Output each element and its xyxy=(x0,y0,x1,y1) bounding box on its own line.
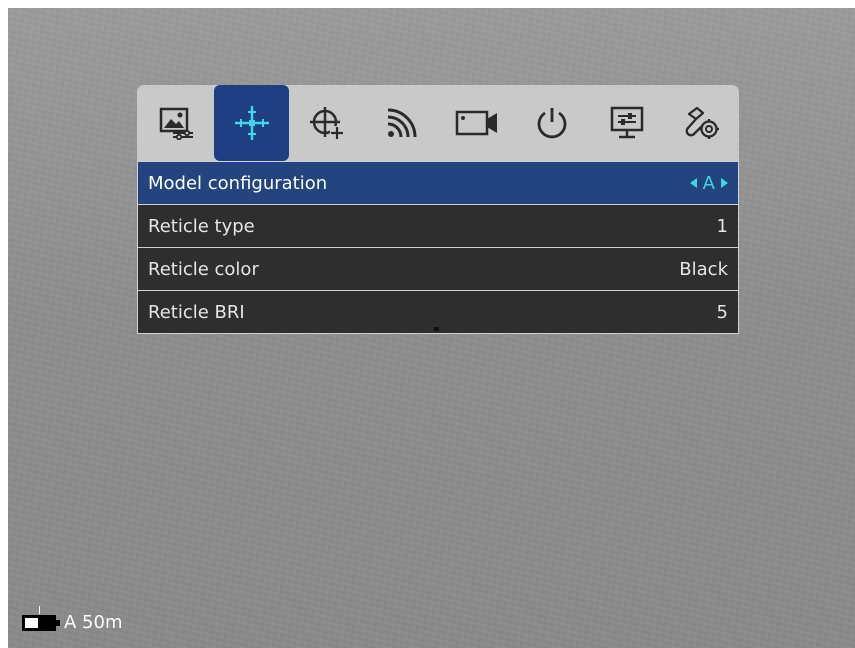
menu-tab-bar xyxy=(137,85,739,161)
tab-image-settings[interactable] xyxy=(139,85,214,161)
tab-wireless[interactable] xyxy=(364,85,439,161)
arrow-right-icon[interactable] xyxy=(721,178,728,188)
row-label: Model configuration xyxy=(148,172,328,194)
row-label: Reticle BRI xyxy=(148,301,245,323)
row-value: 1 xyxy=(716,215,728,237)
system-settings-icon xyxy=(683,104,721,142)
image-settings-icon xyxy=(159,106,195,140)
battery-icon xyxy=(22,605,60,631)
arrow-left-icon[interactable] xyxy=(689,178,697,188)
tab-recording[interactable] xyxy=(439,85,514,161)
reticle-settings-list: Model configuration A Reticle type 1 Ret… xyxy=(137,161,739,334)
tab-reticle-settings[interactable] xyxy=(214,85,289,161)
row-value: A xyxy=(702,172,715,194)
status-bar: A 50m xyxy=(22,605,123,633)
power-icon xyxy=(534,105,570,141)
row-value: 5 xyxy=(716,301,728,323)
row-label: Reticle type xyxy=(148,215,255,237)
row-value: Black xyxy=(679,258,728,280)
thermal-viewport: Model configuration A Reticle type 1 Ret… xyxy=(8,8,855,648)
crosshair-icon xyxy=(232,103,272,143)
battery-tip xyxy=(56,619,60,626)
row-reticle-color[interactable]: Reticle color Black xyxy=(138,247,738,290)
tab-zeroing[interactable] xyxy=(289,85,364,161)
row-reticle-type[interactable]: Reticle type 1 xyxy=(138,204,738,247)
model-selector[interactable]: A xyxy=(689,172,728,194)
row-model-configuration[interactable]: Model configuration A xyxy=(138,161,738,204)
row-label: Reticle color xyxy=(148,258,259,280)
settings-menu: Model configuration A Reticle type 1 Ret… xyxy=(137,85,739,334)
tab-display[interactable] xyxy=(589,85,664,161)
zero-profile-label: A 50m xyxy=(64,612,123,633)
display-settings-icon xyxy=(609,105,645,141)
video-camera-icon xyxy=(455,108,499,138)
battery-fill xyxy=(25,617,38,628)
scope-adjust-icon xyxy=(308,104,346,142)
reticle-center-dot xyxy=(434,327,439,331)
tab-system[interactable] xyxy=(664,85,739,161)
tab-power[interactable] xyxy=(514,85,589,161)
wifi-signal-icon xyxy=(384,105,420,141)
battery-marker xyxy=(39,605,40,614)
